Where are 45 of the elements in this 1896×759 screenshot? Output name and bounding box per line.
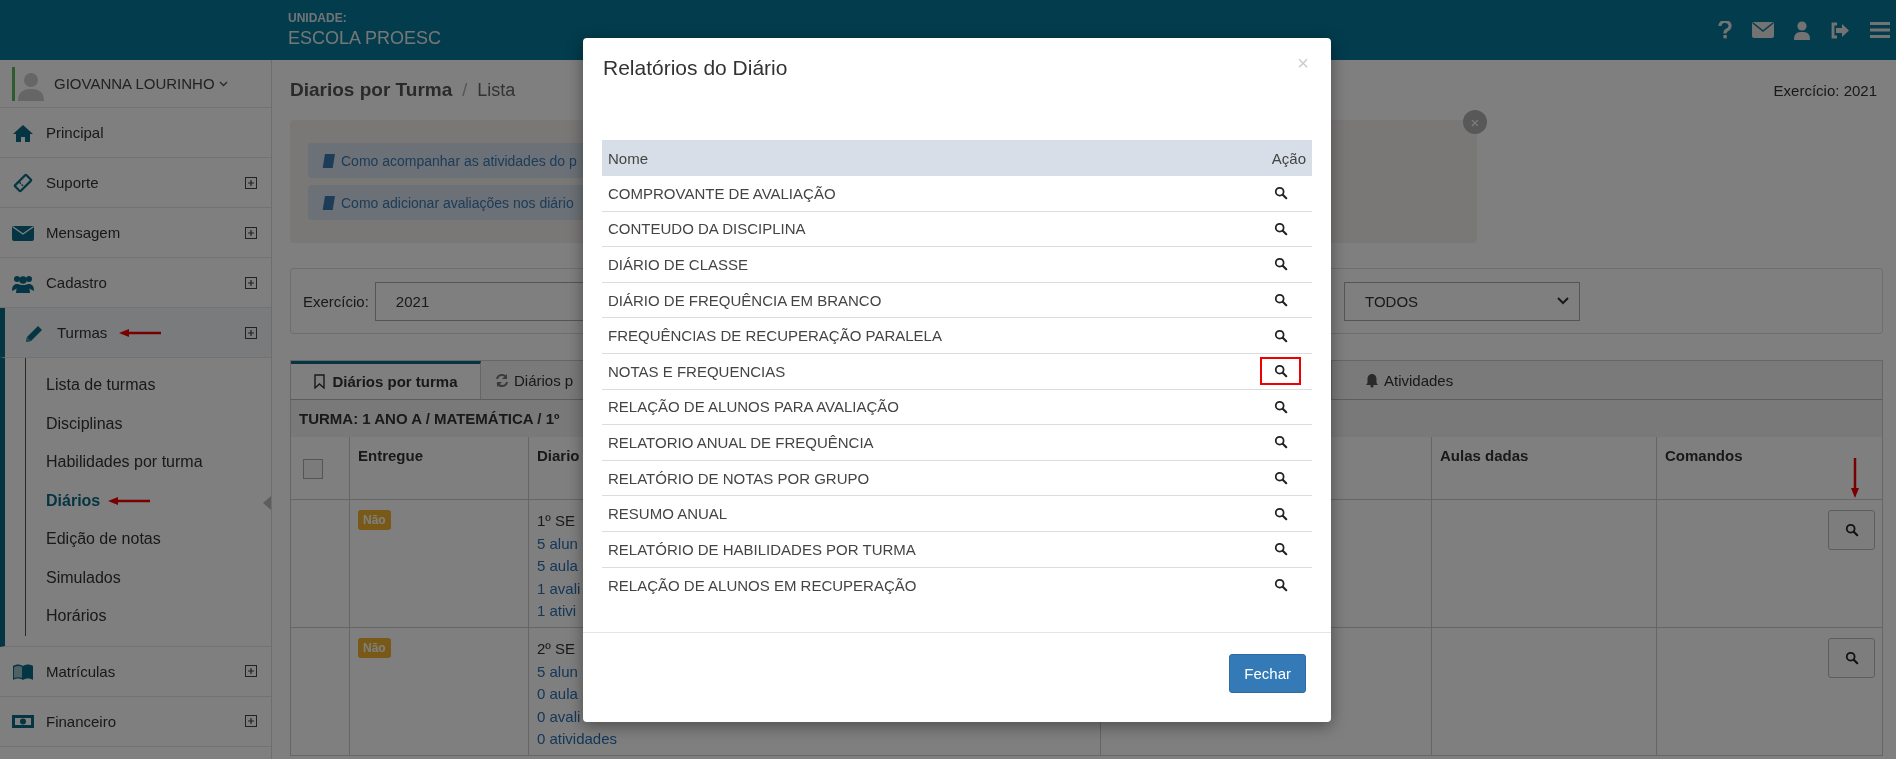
column-header: Entregue — [358, 447, 423, 464]
select-value: TODOS — [1365, 292, 1419, 310]
unit-label: UNIDADE: — [288, 11, 348, 25]
submenu-label: Edição de notas — [46, 530, 161, 549]
sidebar-label: Financeiro — [46, 712, 117, 730]
report-name: RESUMO ANUAL — [608, 505, 729, 523]
sidebar-label: Cadastro — [46, 274, 107, 291]
diary-title: 2º SE — [537, 639, 575, 659]
submenu-label: Horários — [46, 607, 107, 626]
column-header: Diario — [537, 447, 580, 464]
report-name: RELAÇÃO DE ALUNOS PARA AVALIAÇÃO — [608, 398, 900, 416]
exercise-label: Exercício: 2021 — [1773, 81, 1877, 99]
report-name: NOTAS E FREQUENCIAS — [608, 362, 787, 380]
modal-title: Relatórios do Diário — [603, 56, 788, 80]
filter-label: Exercício: — [303, 292, 369, 310]
submenu-label: Simulados — [46, 568, 121, 587]
report-name: RELATÓRIO DE HABILIDADES POR TURMA — [608, 540, 917, 558]
report-name: RELAÇÃO DE ALUNOS EM RECUPERAÇÃO — [608, 576, 918, 594]
sidebar-label: Matrículas — [46, 662, 116, 680]
report-name: FREQUÊNCIAS DE RECUPERAÇÃO PARALELA — [608, 327, 943, 345]
report-name: DIÁRIO DE CLASSE — [608, 256, 750, 273]
report-name: CONTEUDO DA DISCIPLINA — [608, 220, 807, 238]
breadcrumb-separator: / — [462, 79, 468, 101]
submenu-label: Disciplinas — [46, 414, 123, 433]
submenu-label: Lista de turmas — [46, 376, 156, 395]
status-badge: Não — [358, 638, 391, 658]
column-header: Nome — [608, 149, 649, 167]
sidebar-label: Turmas — [57, 324, 108, 341]
unit-name: ESCOLA PROESC — [288, 28, 442, 49]
column-header: Ação — [1271, 149, 1306, 167]
report-name: DIÁRIO DE FREQUÊNCIA EM BRANCO — [608, 291, 883, 309]
page-title: Diarios por Turma — [290, 79, 453, 101]
column-header: Comandos — [1665, 447, 1743, 464]
sidebar-label: Suporte — [46, 174, 99, 191]
status-badge: Não — [358, 510, 391, 530]
report-name: COMPROVANTE DE AVALIAÇÃO — [608, 184, 837, 202]
select-value: 2021 — [395, 292, 430, 310]
submenu-label: Diários — [46, 491, 101, 510]
diary-title: 1º SE — [537, 511, 575, 531]
report-name: RELATÓRIO DE NOTAS POR GRUPO — [608, 469, 871, 487]
submenu-label: Habilidades por turma — [46, 453, 203, 472]
column-header: Aulas dadas — [1440, 447, 1529, 464]
breadcrumb-current: Lista — [477, 79, 516, 101]
sidebar-label: Mensagem — [46, 224, 121, 241]
sidebar-label: Principal — [46, 124, 104, 141]
